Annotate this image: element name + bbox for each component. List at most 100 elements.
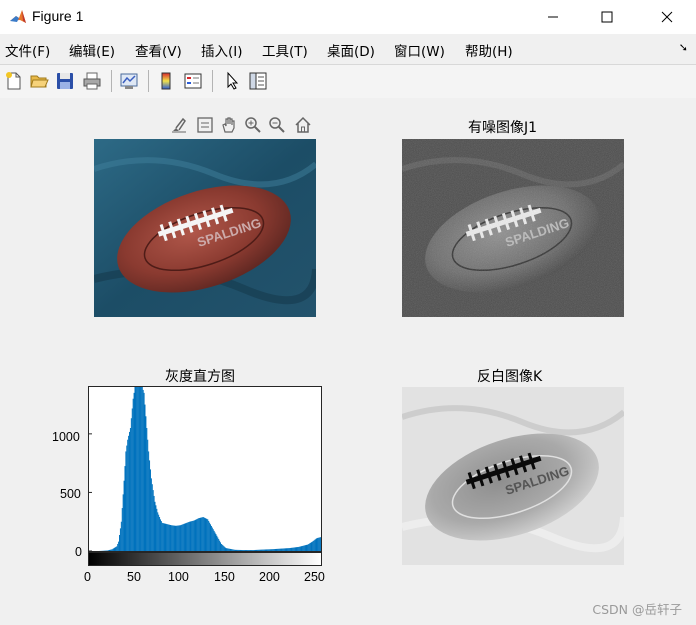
- histogram-bar: [249, 550, 251, 551]
- histogram-bar: [196, 519, 198, 551]
- histogram-bar: [297, 547, 299, 551]
- histogram-bar: [110, 549, 112, 551]
- histogram-bar: [317, 537, 319, 551]
- menu-window[interactable]: 窗口(W): [394, 40, 445, 60]
- histogram-bar: [203, 517, 205, 551]
- histogram-bar: [215, 534, 217, 551]
- histogram-axes: [88, 386, 322, 552]
- property-inspector-icon[interactable]: [246, 69, 270, 93]
- histogram-bar: [260, 549, 262, 551]
- menu-file[interactable]: 文件(F): [5, 40, 50, 60]
- menu-help[interactable]: 帮助(H): [465, 40, 513, 60]
- histogram-bar: [315, 538, 317, 551]
- close-icon: [661, 11, 673, 23]
- histogram-bar: [303, 545, 305, 551]
- new-figure-icon[interactable]: [2, 69, 26, 93]
- home-icon[interactable]: [292, 114, 314, 136]
- histogram-bar: [271, 549, 273, 551]
- watermark-text: CSDN @岳轩子: [592, 602, 682, 617]
- data-tips-icon[interactable]: [194, 114, 216, 136]
- inverted-image-title: 反白图像K: [477, 369, 543, 385]
- histogram-bar: [126, 445, 128, 551]
- histogram-bar: [217, 537, 219, 551]
- menu-edit[interactable]: 编辑(E): [69, 40, 115, 60]
- menu-desktop[interactable]: 桌面(D): [327, 40, 375, 60]
- maximize-button[interactable]: [584, 0, 630, 34]
- histogram-bar: [229, 548, 231, 551]
- menu-insert[interactable]: 插入(I): [201, 40, 243, 60]
- insert-legend-icon[interactable]: [181, 69, 205, 93]
- menu-view[interactable]: 查看(V): [135, 40, 182, 60]
- histogram-bar: [129, 431, 131, 551]
- histogram-bar: [282, 548, 284, 551]
- histogram-bar: [206, 518, 208, 551]
- histogram-bar: [269, 549, 271, 551]
- histogram-bar: [298, 546, 300, 551]
- histogram-bar: [300, 546, 302, 551]
- histogram-bar: [178, 525, 180, 551]
- histogram-bar: [170, 525, 172, 551]
- histogram-bar: [154, 501, 156, 551]
- link-plot-icon[interactable]: [117, 69, 141, 93]
- histogram-bar: [309, 543, 311, 551]
- zoom-in-icon[interactable]: [242, 114, 264, 136]
- histogram-bar: [223, 546, 225, 551]
- histogram-bar: [290, 547, 292, 551]
- histogram-bar: [214, 532, 216, 551]
- histogram-bar: [313, 540, 315, 551]
- histogram-bar: [163, 523, 165, 551]
- histogram-bar: [308, 543, 310, 551]
- histogram-bar: [207, 519, 209, 551]
- title-bar: Figure 1: [0, 0, 696, 34]
- y-tick-label: 500: [60, 487, 81, 501]
- histogram-bar: [287, 548, 289, 551]
- histogram-bar: [268, 549, 270, 551]
- inverted-image: SPALDING: [402, 387, 624, 565]
- histogram-bar: [164, 523, 166, 551]
- brush-icon[interactable]: [168, 114, 190, 136]
- histogram-bar: [281, 548, 283, 551]
- histogram-bar: [118, 541, 120, 551]
- histogram-bar: [221, 544, 223, 551]
- histogram-bar: [319, 537, 321, 551]
- histogram-bar: [150, 478, 152, 551]
- histogram-bar: [274, 549, 276, 551]
- insert-colorbar-icon[interactable]: [154, 69, 178, 93]
- open-file-icon[interactable]: [27, 69, 51, 93]
- edit-plot-icon[interactable]: [220, 69, 244, 93]
- histogram-bar: [280, 548, 282, 551]
- histogram-bar: [264, 549, 266, 551]
- histogram-bar: [152, 490, 154, 551]
- histogram-bar: [302, 545, 304, 551]
- print-icon[interactable]: [80, 69, 104, 93]
- save-icon[interactable]: [53, 69, 77, 93]
- zoom-out-icon[interactable]: [266, 114, 288, 136]
- histogram-bar: [227, 548, 229, 551]
- minimize-button[interactable]: [530, 0, 576, 34]
- menu-overflow-arrow-icon[interactable]: ➘: [679, 41, 688, 54]
- histogram-bar: [146, 428, 148, 551]
- histogram-bar: [279, 548, 281, 551]
- histogram-bar: [210, 525, 212, 551]
- histogram-bar: [139, 387, 141, 551]
- histogram-bar: [169, 524, 171, 551]
- histogram-bar: [138, 387, 140, 551]
- close-button[interactable]: [644, 0, 690, 34]
- x-tick-label: 250: [304, 570, 325, 584]
- original-image: SPALDING: [94, 139, 316, 317]
- histogram-bar: [301, 545, 303, 551]
- histogram-bar: [238, 549, 240, 551]
- histogram-bar: [253, 550, 255, 551]
- figure-toolbar: [0, 64, 696, 99]
- histogram-bar: [240, 549, 242, 551]
- histogram-bar: [250, 550, 252, 551]
- histogram-bar: [293, 547, 295, 551]
- histogram-bar: [251, 550, 253, 551]
- x-tick-label: 0: [84, 570, 91, 584]
- histogram-bar: [190, 521, 192, 551]
- pan-icon[interactable]: [218, 114, 240, 136]
- histogram-bar: [176, 525, 178, 551]
- menu-tools[interactable]: 工具(T): [262, 40, 308, 60]
- histogram-bar: [109, 549, 111, 551]
- histogram-bar: [129, 428, 131, 551]
